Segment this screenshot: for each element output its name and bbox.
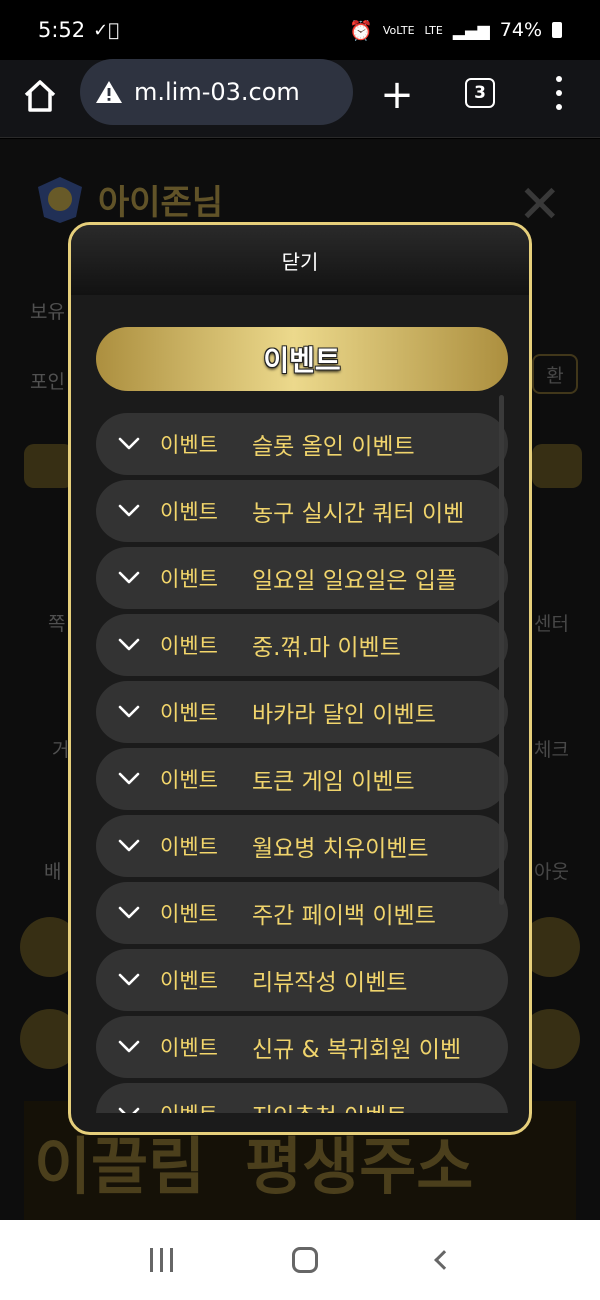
event-item[interactable]: 이벤트 지인추천 이벤트 bbox=[96, 1083, 508, 1113]
recent-apps-icon[interactable] bbox=[149, 1248, 173, 1272]
tab-switcher-button[interactable]: 3 bbox=[465, 78, 495, 108]
event-item[interactable]: 이벤트 주간 페이백 이벤트 bbox=[96, 882, 508, 944]
chevron-down-icon bbox=[118, 839, 140, 852]
home-icon[interactable] bbox=[20, 76, 60, 116]
event-item[interactable]: 이벤트 신규 & 복귀회원 이벤 bbox=[96, 1016, 508, 1078]
url-text: m.lim-03.com bbox=[134, 78, 300, 106]
event-title: 주간 페이백 이벤트 bbox=[251, 903, 436, 929]
bg-label: 포인 bbox=[30, 371, 65, 393]
alarm-icon: ⏰ bbox=[349, 19, 373, 42]
back-icon[interactable] bbox=[433, 1250, 454, 1270]
battery-text: 74% bbox=[499, 19, 542, 41]
event-title: 슬롯 올인 이벤트 bbox=[251, 434, 415, 460]
home-nav-icon[interactable] bbox=[291, 1247, 318, 1273]
event-tag: 이벤트 bbox=[160, 701, 218, 725]
modal-body[interactable]: 이벤트 이벤트 슬롯 올인 이벤트 이벤트 농구 실시간 쿼터 이벤 이벤트 일요일 일요… bbox=[71, 295, 529, 1113]
event-title: 월요병 치유이벤트 bbox=[251, 836, 429, 862]
more-options-icon[interactable] bbox=[548, 76, 570, 110]
event-title: 토큰 게임 이벤트 bbox=[251, 769, 415, 795]
event-title: 바카라 달인 이벤트 bbox=[251, 702, 436, 728]
event-tag: 이벤트 bbox=[160, 1099, 218, 1113]
lte-icon: LTE bbox=[424, 23, 443, 37]
bg-gold-bar bbox=[24, 444, 74, 488]
event-item[interactable]: 이벤트 바카라 달인 이벤트 bbox=[96, 681, 508, 743]
section-header: 이벤트 bbox=[96, 327, 508, 391]
status-bar: 5:52 ✓⃝ ⏰ VoLTE LTE ▂▄▆ 74% bbox=[0, 0, 600, 60]
signal-icon: ▂▄▆ bbox=[452, 20, 490, 40]
chevron-down-icon bbox=[118, 571, 140, 584]
event-title: 신규 & 복귀회원 이벤 bbox=[251, 1037, 462, 1063]
event-item[interactable]: 이벤트 농구 실시간 쿼터 이벤 bbox=[96, 480, 508, 542]
bg-icon-label: 쪽 bbox=[48, 613, 66, 635]
status-time: 5:52 bbox=[38, 18, 86, 42]
chevron-down-icon bbox=[118, 504, 140, 517]
system-nav-bar bbox=[0, 1220, 600, 1300]
bg-header: 아이존님 bbox=[30, 173, 223, 225]
chevron-down-icon bbox=[118, 437, 140, 450]
event-title: 리뷰작성 이벤트 bbox=[251, 970, 408, 996]
event-title: 지인추천 이벤트 bbox=[252, 1097, 407, 1113]
event-title: 중.꺾.마 이벤트 bbox=[251, 635, 401, 661]
event-tag: 이벤트 bbox=[160, 433, 218, 457]
volte-icon: VoLTE bbox=[382, 23, 415, 37]
bg-convert-button: 환 bbox=[532, 354, 578, 394]
bg-icon-label: 체크 bbox=[534, 739, 569, 761]
modal-close-bar[interactable]: 닫기 bbox=[71, 225, 529, 295]
event-tag: 이벤트 bbox=[160, 567, 218, 591]
new-tab-icon[interactable]: + bbox=[378, 75, 416, 115]
event-title: 농구 실시간 쿼터 이벤 bbox=[251, 501, 465, 527]
chevron-down-icon bbox=[118, 772, 140, 785]
bg-gold-bar bbox=[532, 444, 582, 488]
bg-icon-label: 배 bbox=[44, 861, 62, 883]
rank-badge-icon bbox=[38, 177, 82, 223]
bg-convert-label: 환 bbox=[546, 364, 564, 387]
event-modal: 닫기 이벤트 이벤트 슬롯 올인 이벤트 이벤트 농구 실시간 쿼터 이벤 이벤트 일요일… bbox=[68, 222, 532, 1135]
notification-icon: ✓⃝ bbox=[93, 19, 120, 41]
event-tag: 이벤트 bbox=[160, 500, 218, 524]
event-item[interactable]: 이벤트 월요병 치유이벤트 bbox=[96, 815, 508, 877]
scrollbar[interactable] bbox=[499, 395, 504, 905]
bg-icon-label: 거 bbox=[52, 739, 70, 761]
close-label[interactable]: 닫기 bbox=[282, 246, 319, 275]
chevron-down-icon bbox=[118, 638, 140, 651]
event-tag: 이벤트 bbox=[160, 969, 218, 993]
event-tag: 이벤트 bbox=[160, 902, 218, 926]
battery-icon bbox=[552, 22, 562, 38]
address-bar[interactable]: m.lim-03.com bbox=[80, 59, 353, 125]
event-tag: 이벤트 bbox=[160, 634, 218, 658]
event-item[interactable]: 이벤트 리뷰작성 이벤트 bbox=[96, 949, 508, 1011]
section-title: 이벤트 bbox=[263, 344, 341, 377]
event-item[interactable]: 이벤트 토큰 게임 이벤트 bbox=[96, 748, 508, 810]
bg-label: 보유 bbox=[30, 301, 65, 323]
chevron-down-icon bbox=[118, 1040, 140, 1053]
event-tag: 이벤트 bbox=[160, 835, 218, 859]
bg-icon-label: 아웃 bbox=[534, 861, 569, 883]
event-list: 이벤트 슬롯 올인 이벤트 이벤트 농구 실시간 쿼터 이벤 이벤트 일요일 일요일은 입… bbox=[96, 413, 508, 1113]
bg-icon-label: 센터 bbox=[534, 613, 569, 635]
chevron-down-icon bbox=[118, 906, 140, 919]
warning-icon[interactable] bbox=[94, 79, 124, 105]
event-item[interactable]: 이벤트 일요일 일요일은 입플 bbox=[96, 547, 508, 609]
event-tag: 이벤트 bbox=[160, 1036, 218, 1060]
event-tag: 이벤트 bbox=[160, 768, 218, 792]
chevron-down-icon bbox=[118, 705, 140, 718]
event-item[interactable]: 이벤트 중.꺾.마 이벤트 bbox=[96, 614, 508, 676]
event-item[interactable]: 이벤트 슬롯 올인 이벤트 bbox=[96, 413, 508, 475]
chevron-down-icon bbox=[118, 973, 140, 986]
chevron-down-icon bbox=[118, 1107, 140, 1113]
event-title: 일요일 일요일은 입플 bbox=[251, 568, 458, 594]
bg-username: 아이존님 bbox=[98, 182, 224, 223]
